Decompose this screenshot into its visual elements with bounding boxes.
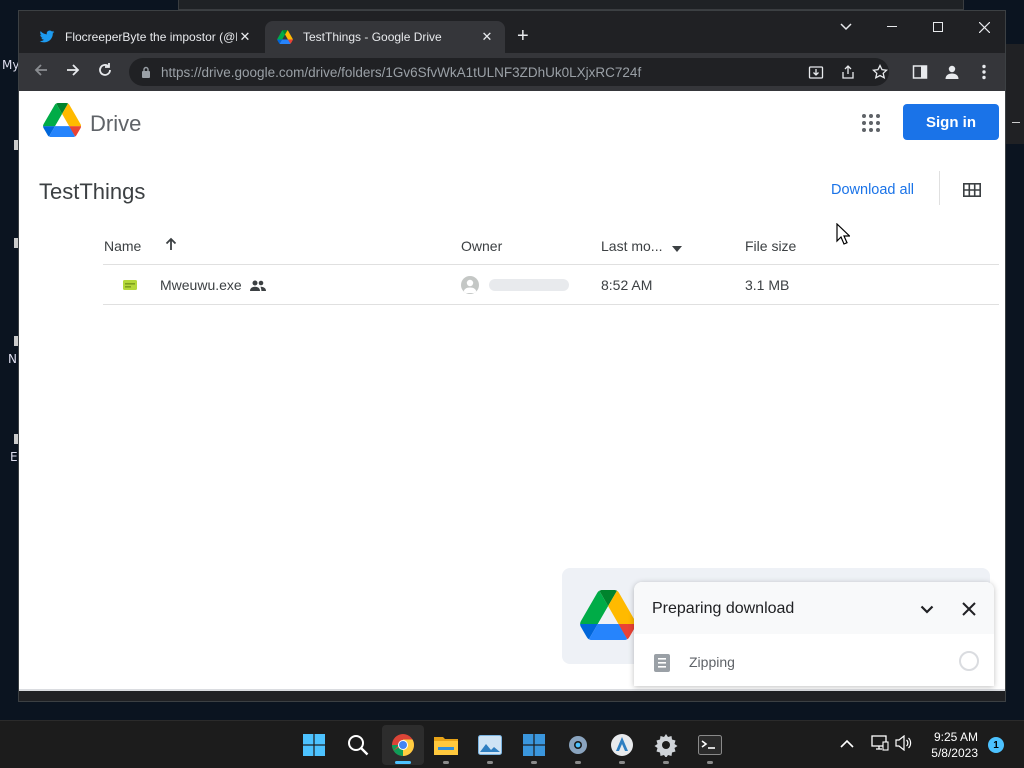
taskbar: 9:25 AM 5/8/2023 1 bbox=[0, 720, 1024, 768]
last-modified-value: 8:52 AM bbox=[601, 277, 653, 293]
running-app-indicator bbox=[531, 761, 537, 764]
mouse-cursor-icon bbox=[836, 222, 851, 245]
kebab-menu-icon[interactable] bbox=[973, 61, 995, 83]
download-toast-header: Preparing download bbox=[634, 582, 994, 634]
folder-title: TestThings bbox=[39, 179, 146, 204]
tab-strip: FlocreeperByte the impostor (@F ✕ TestTh… bbox=[19, 11, 1005, 53]
file-list: Name Owner Last mo... File size Mweuwu.e… bbox=[103, 227, 999, 305]
url-host: https://drive.google.com bbox=[161, 64, 305, 80]
running-app-indicator bbox=[663, 761, 669, 764]
google-apps-icon[interactable] bbox=[862, 114, 880, 132]
running-app-indicator bbox=[487, 761, 493, 764]
file-size-value: 3.1 MB bbox=[745, 277, 790, 293]
tab-search-icon[interactable] bbox=[823, 11, 869, 43]
close-icon[interactable] bbox=[960, 600, 978, 618]
close-tab-icon[interactable]: ✕ bbox=[237, 29, 253, 45]
download-toast-title: Preparing download bbox=[652, 600, 795, 617]
drive-brand-label[interactable]: Drive bbox=[90, 111, 141, 137]
shared-people-icon bbox=[250, 278, 266, 294]
close-window-button[interactable] bbox=[961, 11, 1007, 43]
install-app-icon[interactable] bbox=[805, 61, 827, 83]
column-header-file-size[interactable]: File size bbox=[745, 238, 796, 254]
horizontal-scrollbar[interactable] bbox=[19, 689, 1005, 691]
tab-twitter[interactable]: FlocreeperByte the impostor (@F ✕ bbox=[27, 21, 263, 53]
background-window bbox=[178, 0, 964, 10]
url-path: /drive/folders/1Gv6SfvWkA1tULNF3ZDhUk0LX… bbox=[304, 64, 642, 80]
tab-title: FlocreeperByte the impostor (@F bbox=[65, 30, 237, 44]
google-drive-logo bbox=[580, 590, 637, 642]
chrome-icon[interactable] bbox=[391, 733, 415, 757]
network-icon[interactable] bbox=[871, 735, 889, 754]
zip-file-icon bbox=[654, 654, 670, 672]
forward-button[interactable] bbox=[63, 62, 83, 82]
active-app-indicator bbox=[395, 761, 411, 764]
owner-name-placeholder bbox=[489, 279, 569, 291]
notification-badge[interactable]: 1 bbox=[988, 737, 1004, 753]
download-item-status: Zipping bbox=[689, 654, 735, 670]
running-app-indicator bbox=[575, 761, 581, 764]
running-app-indicator bbox=[619, 761, 625, 764]
photos-icon[interactable] bbox=[478, 733, 502, 757]
google-drive-logo[interactable] bbox=[43, 103, 82, 139]
clock-date[interactable]: 5/8/2023 bbox=[922, 746, 978, 760]
sort-ascending-arrow-icon[interactable] bbox=[165, 237, 177, 254]
desktop-icon-label[interactable]: N bbox=[8, 352, 17, 366]
download-toast: Preparing download Zipping bbox=[634, 582, 994, 686]
share-icon[interactable] bbox=[837, 61, 859, 83]
terminal-icon[interactable] bbox=[698, 733, 722, 757]
column-last-modified-label: Last mo... bbox=[601, 238, 663, 254]
bookmark-star-icon[interactable] bbox=[869, 61, 891, 83]
profile-icon[interactable] bbox=[941, 61, 963, 83]
avatar bbox=[461, 276, 479, 294]
running-app-indicator bbox=[443, 761, 449, 764]
executable-file-icon bbox=[123, 278, 137, 294]
minimize-button[interactable] bbox=[869, 11, 915, 43]
download-all-button[interactable]: Download all bbox=[831, 182, 914, 198]
store-icon[interactable] bbox=[522, 733, 546, 757]
maximize-button[interactable] bbox=[915, 11, 961, 43]
chevron-down-icon[interactable] bbox=[918, 600, 936, 618]
reload-button[interactable] bbox=[95, 62, 115, 82]
side-panel-icon[interactable] bbox=[909, 61, 931, 83]
settings-icon[interactable] bbox=[654, 733, 678, 757]
back-button[interactable] bbox=[31, 62, 51, 82]
volume-icon[interactable] bbox=[895, 734, 913, 754]
sort-dropdown-icon[interactable] bbox=[672, 239, 683, 255]
lock-icon[interactable] bbox=[141, 66, 151, 78]
background-window-edge bbox=[1006, 44, 1024, 144]
owner-cell bbox=[461, 276, 581, 295]
close-tab-icon[interactable]: ✕ bbox=[479, 29, 495, 45]
app-icon[interactable] bbox=[610, 733, 634, 757]
table-row[interactable]: Mweuwu.exe 8:52 AM 3.1 MB bbox=[103, 265, 999, 305]
file-list-header: Name Owner Last mo... File size bbox=[103, 227, 999, 265]
google-drive-icon bbox=[277, 29, 293, 45]
search-icon[interactable] bbox=[346, 733, 370, 757]
column-header-name[interactable]: Name bbox=[104, 238, 141, 254]
file-explorer-icon[interactable] bbox=[434, 733, 458, 757]
desktop-icon-label[interactable]: E bbox=[10, 450, 18, 464]
sign-in-button[interactable]: Sign in bbox=[903, 104, 999, 140]
desktop-icon-label[interactable]: My bbox=[2, 58, 19, 72]
chevron-up-icon[interactable] bbox=[840, 736, 854, 752]
running-app-indicator bbox=[707, 761, 713, 764]
tab-title: TestThings - Google Drive bbox=[303, 30, 442, 44]
file-name[interactable]: Mweuwu.exe bbox=[160, 277, 242, 293]
column-header-last-modified[interactable]: Last mo... bbox=[601, 238, 683, 255]
new-tab-button[interactable]: + bbox=[517, 26, 529, 46]
divider bbox=[939, 171, 940, 205]
tab-google-drive[interactable]: TestThings - Google Drive ✕ bbox=[265, 21, 505, 53]
start-icon[interactable] bbox=[302, 733, 326, 757]
progress-spinner-icon bbox=[959, 651, 979, 671]
clock-time[interactable]: 9:25 AM bbox=[928, 730, 978, 744]
address-bar[interactable]: https://drive.google.com/drive/folders/1… bbox=[129, 58, 889, 86]
settings-gear-icon[interactable] bbox=[566, 733, 590, 757]
browser-toolbar: https://drive.google.com/drive/folders/1… bbox=[19, 53, 1005, 91]
column-header-owner[interactable]: Owner bbox=[461, 238, 502, 254]
drive-header: Drive Sign in bbox=[19, 91, 1005, 155]
column-name-label: Name bbox=[104, 238, 142, 254]
twitter-icon bbox=[39, 29, 55, 45]
grid-view-icon[interactable] bbox=[963, 183, 981, 197]
